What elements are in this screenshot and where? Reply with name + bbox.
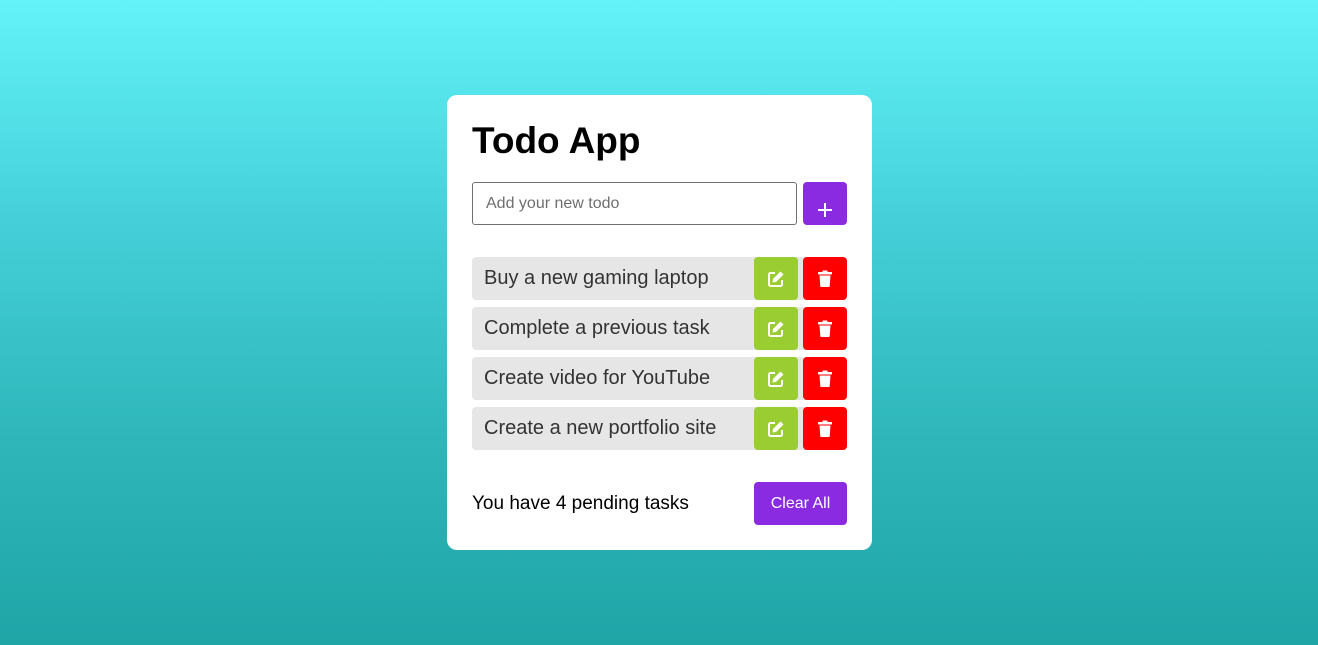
todo-list: Buy a new gaming laptop Complete a previ…	[472, 257, 847, 457]
delete-todo-button[interactable]	[803, 407, 847, 450]
todo-footer: You have 4 pending tasks Clear All	[472, 482, 847, 525]
todo-item: Create video for YouTube	[472, 357, 847, 400]
todo-card: Todo App Buy a new gaming laptop	[447, 95, 872, 550]
edit-icon	[768, 321, 784, 337]
todo-text: Create video for YouTube	[484, 367, 711, 389]
delete-todo-button[interactable]	[803, 257, 847, 300]
todo-text: Complete a previous task	[484, 317, 710, 339]
todo-text: Buy a new gaming laptop	[484, 267, 709, 289]
trash-icon	[818, 270, 832, 287]
todo-item: Buy a new gaming laptop	[472, 257, 847, 300]
todo-item: Complete a previous task	[472, 307, 847, 350]
todo-item: Create a new portfolio site	[472, 407, 847, 450]
clear-all-button[interactable]: Clear All	[754, 482, 847, 525]
trash-icon	[818, 320, 832, 337]
add-todo-row	[472, 182, 847, 225]
edit-icon	[768, 271, 784, 287]
edit-icon	[768, 421, 784, 437]
todo-input[interactable]	[472, 182, 797, 225]
pending-count-text: You have 4 pending tasks	[472, 493, 689, 514]
edit-todo-button[interactable]	[754, 407, 798, 450]
trash-icon	[818, 370, 832, 387]
delete-todo-button[interactable]	[803, 307, 847, 350]
app-title: Todo App	[472, 120, 641, 161]
plus-icon	[818, 203, 832, 217]
delete-todo-button[interactable]	[803, 357, 847, 400]
edit-todo-button[interactable]	[754, 257, 798, 300]
edit-todo-button[interactable]	[754, 307, 798, 350]
todo-text: Create a new portfolio site	[484, 417, 717, 439]
add-todo-button[interactable]	[803, 182, 847, 225]
edit-todo-button[interactable]	[754, 357, 798, 400]
edit-icon	[768, 371, 784, 387]
trash-icon	[818, 420, 832, 437]
